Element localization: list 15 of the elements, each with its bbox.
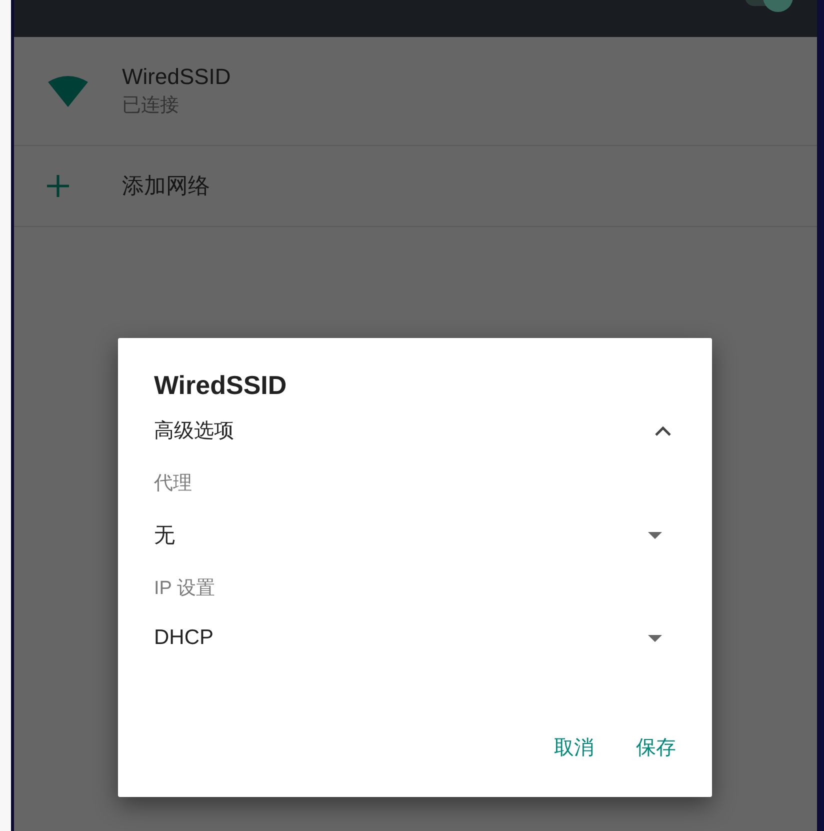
- dialog-button[interactable]: 保存: [630, 730, 682, 765]
- dialog-button[interactable]: 取消: [548, 730, 600, 765]
- dropdown[interactable]: 无: [154, 521, 676, 549]
- dropdown-arrow-icon: [648, 532, 662, 538]
- field-label: IP 设置: [154, 577, 216, 601]
- dialog-title: WiredSSID: [154, 370, 288, 401]
- network-name: WiredSSID: [122, 64, 231, 90]
- dropdown[interactable]: DHCP: [154, 626, 676, 650]
- field-label: 代理: [154, 472, 193, 496]
- network-row[interactable]: 添加网络: [14, 146, 817, 227]
- dropdown-arrow-icon: [648, 634, 662, 642]
- advanced-options-toggle[interactable]: 高级选项: [154, 417, 676, 444]
- network-name: 添加网络: [122, 172, 210, 200]
- wifi-icon: [48, 76, 88, 106]
- plus-icon: [47, 175, 69, 197]
